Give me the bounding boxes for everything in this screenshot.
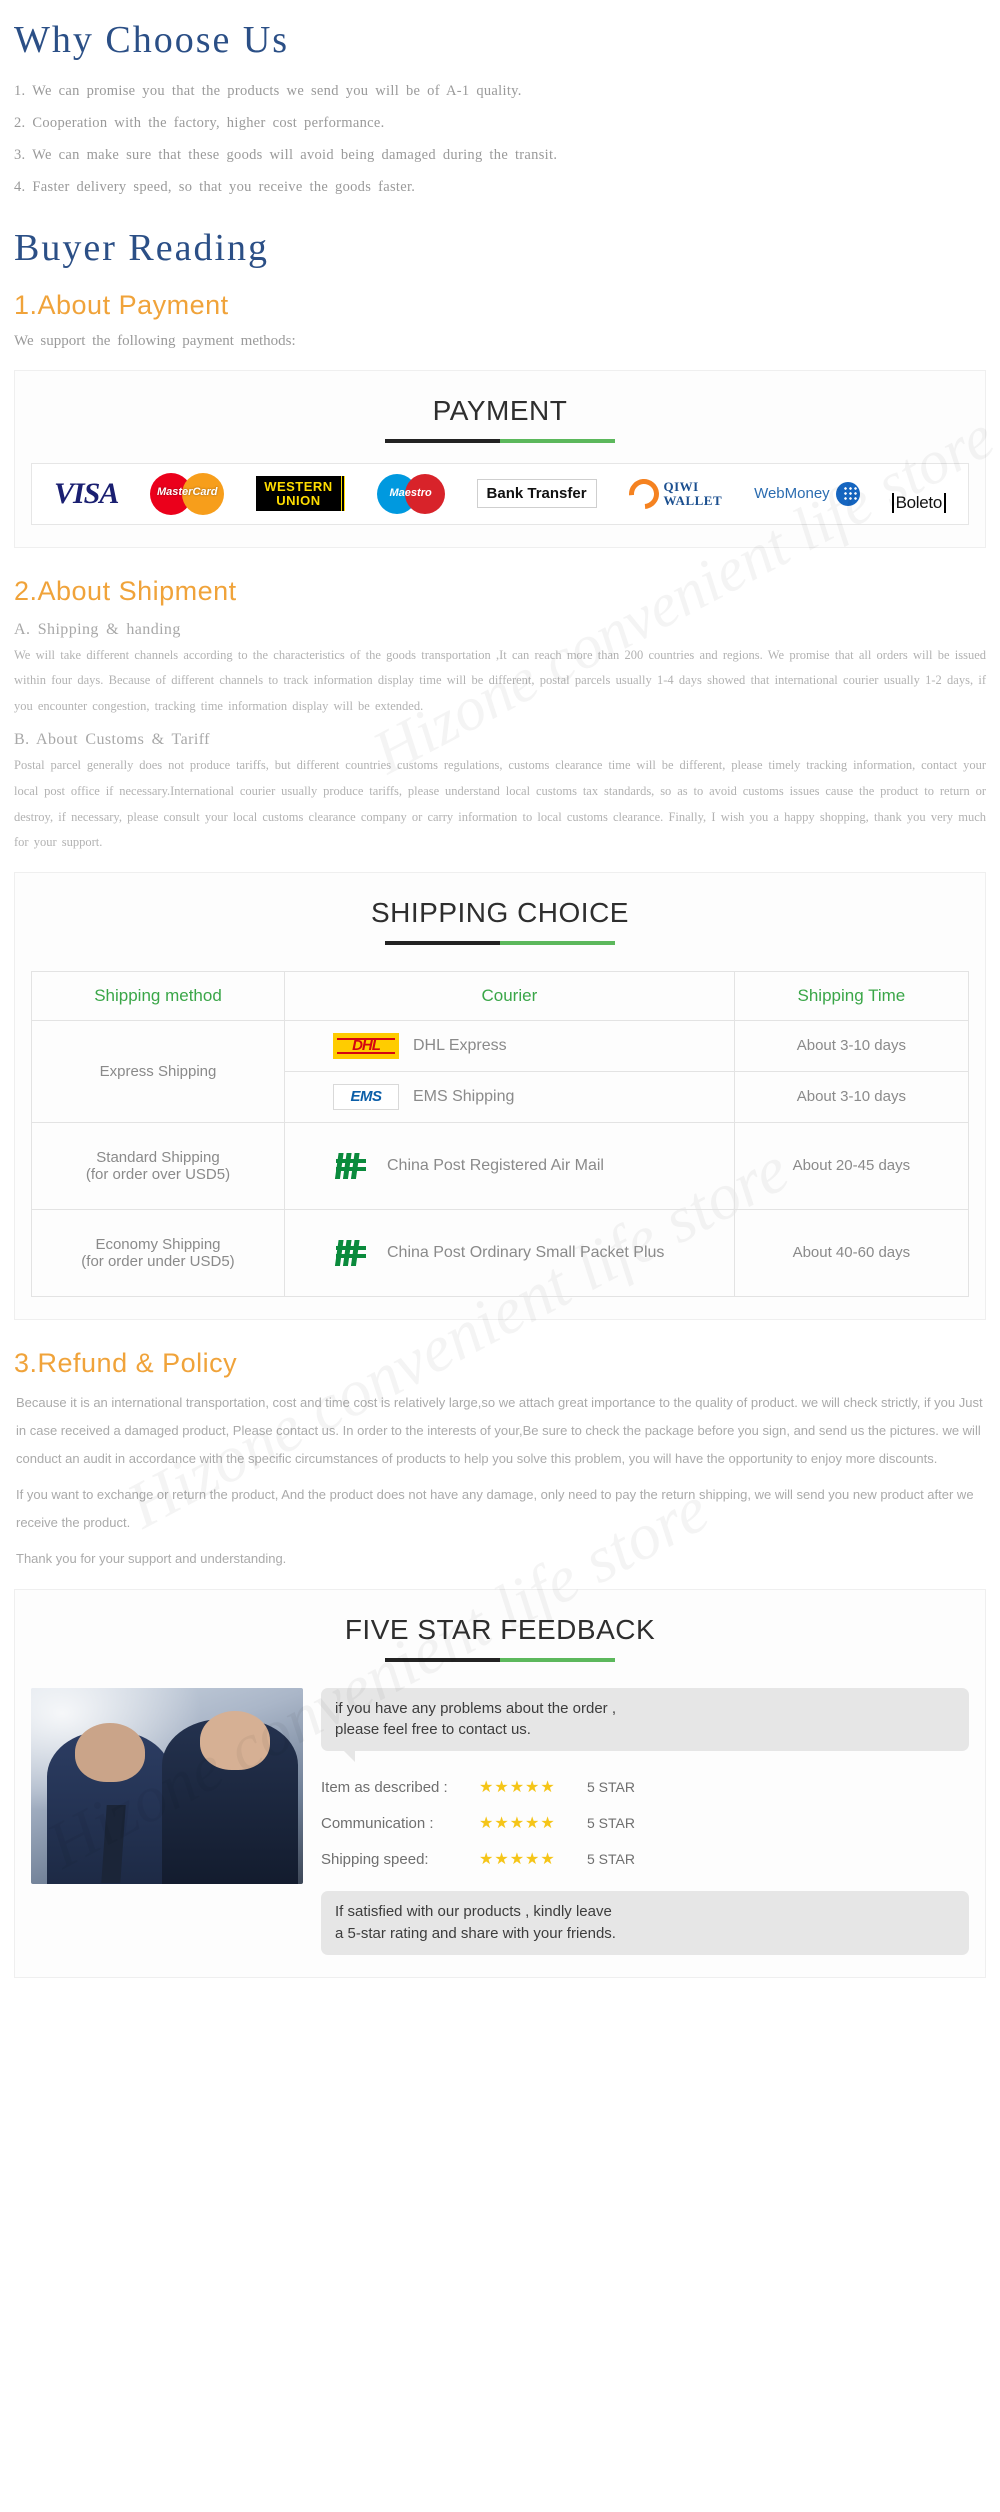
table-row: Economy Shipping (for order under USD5): [31, 1208, 970, 1297]
rating-row: Shipping speed: ★★★★★ 5 STAR: [321, 1849, 969, 1869]
rating-value: 5 STAR: [587, 1851, 635, 1868]
rating-list: Item as described : ★★★★★ 5 STAR Communi…: [321, 1777, 969, 1869]
cell-courier: China Post Ordinary Small Packet Plus: [283, 1208, 735, 1297]
title-rule: [385, 438, 615, 443]
rating-value: 5 STAR: [587, 1779, 635, 1796]
rating-row: Item as described : ★★★★★ 5 STAR: [321, 1777, 969, 1797]
feedback-panel: FIVE STAR FEEDBACK if you have any probl…: [14, 1588, 986, 1978]
cell-courier: DHL DHL Express: [283, 1019, 735, 1072]
courier-name: EMS Shipping: [412, 1087, 515, 1105]
list-item: 4. Faster delivery speed, so that you re…: [14, 178, 416, 195]
webmoney-globe-icon: [835, 481, 860, 506]
shipping-handling-paragraph: We will take different channels accordin…: [14, 647, 986, 713]
table-row: Standard Shipping (for order over USD5): [31, 1121, 970, 1210]
courier-name: China Post Registered Air Mail: [386, 1156, 604, 1174]
qiwi-wallet-logo: QIWI WALLET: [622, 472, 723, 515]
rating-label: Shipping speed:: [321, 1850, 429, 1868]
refund-paragraph: Because it is an international transport…: [16, 1394, 983, 1466]
five-star-request-bubble: If satisfied with our products , kindly …: [321, 1891, 969, 1955]
payment-lead-text: We support the following payment methods…: [14, 332, 296, 349]
list-item: 3. We can make sure that these goods wil…: [14, 146, 558, 163]
product-description-page: Hizone convenient life store Hizone conv…: [0, 0, 1000, 2032]
ems-logo: EMS: [332, 1083, 399, 1110]
star-icons: ★★★★★: [479, 1851, 556, 1869]
column-header-method: Shipping method: [31, 970, 285, 1021]
table-header-row: Shipping method Courier Shipping Time: [31, 970, 970, 1021]
cell-time: About 3-10 days: [733, 1070, 970, 1123]
rating-label: Item as described :: [321, 1778, 448, 1796]
bank-transfer-logo: Bank Transfer: [476, 474, 597, 514]
rating-row: Communication : ★★★★★ 5 STAR: [321, 1813, 969, 1833]
list-item: 2. Cooperation with the factory, higher …: [14, 114, 385, 131]
cell-time: About 40-60 days: [733, 1208, 970, 1297]
customs-tariff-paragraph: Postal parcel generally does not produce…: [14, 758, 986, 850]
dhl-logo: DHL: [332, 1032, 399, 1059]
feedback-photo: [31, 1687, 303, 1884]
title-rule: [385, 940, 615, 945]
boleto-logo: Boleto: [891, 474, 946, 514]
shipping-choice-panel: SHIPPING CHOICE Shipping method Courier …: [14, 871, 986, 1320]
shipping-choice-table: Shipping method Courier Shipping Time Ex…: [31, 970, 970, 1297]
column-header-courier: Courier: [283, 970, 735, 1021]
refund-paragraph: If you want to exchange or return the pr…: [16, 1486, 974, 1530]
rating-value: 5 STAR: [587, 1815, 635, 1832]
visa-logo: VISA: [53, 476, 119, 510]
shipping-handling-subheading: A. Shipping & handing: [14, 620, 181, 638]
payment-logo-strip: VISA MasterCard WESTERN UNION Maestro Ba…: [31, 462, 969, 525]
maestro-logo: Maestro: [376, 473, 445, 514]
payment-panel: PAYMENT VISA MasterCard WESTERN UNION Ma…: [14, 369, 986, 548]
cell-time: About 20-45 days: [733, 1121, 970, 1210]
table-row: Express Shipping DHL DHL Express About 3…: [31, 1019, 970, 1123]
feedback-panel-title: FIVE STAR FEEDBACK: [344, 1613, 656, 1645]
customs-tariff-subheading: B. About Customs & Tariff: [14, 731, 210, 749]
cell-courier: EMS EMS Shipping: [283, 1070, 735, 1123]
shipping-choice-title: SHIPPING CHOICE: [371, 896, 629, 928]
column-header-time: Shipping Time: [733, 970, 970, 1021]
refund-policy-heading: 3.Refund & Policy: [14, 1347, 238, 1378]
star-icons: ★★★★★: [479, 1779, 556, 1797]
courier-name: DHL Express: [412, 1036, 507, 1054]
why-choose-us-list: 1. We can promise you that the products …: [0, 68, 1000, 208]
refund-paragraph: Thank you for your support and understan…: [16, 1550, 287, 1566]
qiwi-ring-icon: [622, 472, 665, 515]
about-shipment-heading: 2.About Shipment: [14, 575, 237, 606]
payment-panel-title: PAYMENT: [432, 394, 568, 426]
cell-method: Economy Shipping (for order under USD5): [31, 1208, 285, 1297]
cell-method-note: (for order under USD5): [81, 1252, 235, 1270]
rating-label: Communication :: [321, 1814, 434, 1832]
star-icons: ★★★★★: [479, 1815, 556, 1833]
why-choose-us-title: Why Choose Us: [14, 19, 290, 61]
western-union-logo: WESTERN UNION: [256, 474, 345, 514]
cell-courier: China Post Registered Air Mail: [283, 1121, 735, 1210]
courier-name: China Post Ordinary Small Packet Plus: [386, 1243, 665, 1261]
mastercard-logo: MasterCard: [150, 472, 225, 515]
cell-method: Standard Shipping (for order over USD5): [31, 1121, 285, 1210]
cell-method: Express Shipping: [31, 1019, 285, 1123]
cell-time: About 3-10 days: [733, 1019, 970, 1072]
contact-us-bubble: if you have any problems about the order…: [321, 1687, 969, 1762]
china-post-logo: [333, 1237, 373, 1269]
webmoney-logo: WebMoney: [754, 474, 860, 514]
china-post-logo: [333, 1150, 373, 1182]
title-rule: [385, 1657, 615, 1662]
list-item: 1. We can promise you that the products …: [14, 83, 522, 99]
about-payment-heading: 1.About Payment: [14, 289, 229, 320]
buyer-reading-title: Buyer Reading: [14, 226, 270, 269]
cell-method-note: (for order over USD5): [85, 1165, 231, 1183]
